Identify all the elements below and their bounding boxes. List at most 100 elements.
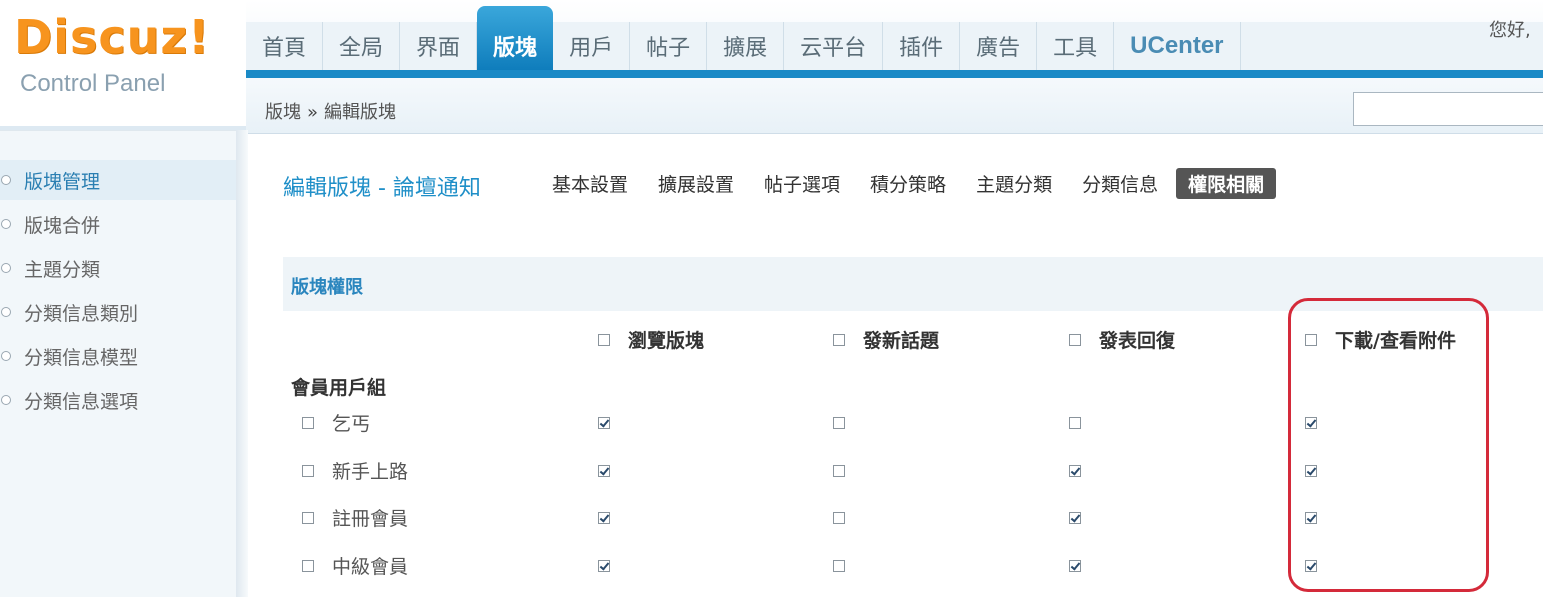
tab-3[interactable]: 積分策略 xyxy=(858,168,958,199)
permission-checkbox[interactable] xyxy=(598,417,610,429)
column-select-all-checkbox[interactable] xyxy=(1305,333,1317,346)
bullet-icon xyxy=(1,219,11,229)
sidebar-item-label: 分類信息類別 xyxy=(24,302,139,325)
permission-cell xyxy=(1305,557,1317,576)
permission-cell xyxy=(833,462,845,481)
column-header-label: 發表回復 xyxy=(1099,330,1176,352)
column-header-2: 發表回復 xyxy=(1069,326,1175,353)
breadcrumb-current: 編輯版塊 xyxy=(324,102,397,123)
user-group-name: 中級會員 xyxy=(332,556,409,578)
row-label: 註冊會員 xyxy=(302,504,408,531)
nav-tab-5[interactable]: 帖子 xyxy=(630,22,708,70)
permission-checkbox[interactable] xyxy=(833,560,845,572)
permission-cell xyxy=(833,414,845,433)
permission-checkbox[interactable] xyxy=(598,560,610,572)
tab-6[interactable]: 權限相關 xyxy=(1176,168,1277,199)
section-header xyxy=(283,257,1543,311)
table-row: 中級會員 xyxy=(0,554,1543,594)
sidebar-item-2[interactable]: 主題分類 xyxy=(0,248,236,288)
nav-tab-7[interactable]: 云平台 xyxy=(784,22,884,70)
breadcrumb-separator: » xyxy=(307,102,319,123)
bullet-icon xyxy=(1,175,11,185)
logo-title: Discuz! xyxy=(14,10,211,64)
breadcrumb: 版塊 » 編輯版塊 xyxy=(265,98,396,124)
group-title: 會員用戶組 xyxy=(291,377,387,399)
column-header-0: 瀏覽版塊 xyxy=(598,326,704,353)
permission-checkbox[interactable] xyxy=(1305,560,1317,572)
tab-2[interactable]: 帖子選項 xyxy=(752,168,852,199)
nav-tab-4[interactable]: 用戶 xyxy=(553,22,631,70)
row-label: 乞丐 xyxy=(302,409,370,436)
tab-bar: 基本設置 擴展設置 帖子選項 積分策略 主題分類 分類信息 權限相關 xyxy=(540,168,1282,199)
column-select-all-checkbox[interactable] xyxy=(1069,333,1081,346)
sidebar-item-label: 分類信息模型 xyxy=(24,346,139,369)
permission-checkbox[interactable] xyxy=(833,417,845,429)
permission-cell xyxy=(1305,462,1317,481)
main-nav: 首頁 全局 界面 版塊 用戶 帖子 擴展 云平台 插件 廣告 工具 UCenter xyxy=(246,6,1241,70)
bullet-icon xyxy=(1,307,11,317)
permission-checkbox[interactable] xyxy=(1069,465,1081,477)
nav-tab-1[interactable]: 全局 xyxy=(323,22,401,70)
bullet-icon xyxy=(1,263,11,273)
permission-cell xyxy=(1069,414,1081,433)
tab-5[interactable]: 分類信息 xyxy=(1070,168,1170,199)
nav-tab-10[interactable]: 工具 xyxy=(1037,22,1115,70)
app-window: Discuz! Control Panel 首頁 全局 界面 版塊 用戶 帖子 擴展 云平台插… xyxy=(0,0,1543,597)
column-select-all-checkbox[interactable] xyxy=(833,333,845,346)
table-row: 新手上路 xyxy=(0,459,1543,499)
permission-checkbox[interactable] xyxy=(598,465,610,477)
logo: Discuz! Control Panel xyxy=(0,0,246,130)
permission-checkbox[interactable] xyxy=(1305,417,1317,429)
bullet-icon xyxy=(1,395,11,405)
sidebar-item-label: 主題分類 xyxy=(24,258,101,281)
nav-tab-2[interactable]: 界面 xyxy=(400,22,478,70)
nav-tab-8[interactable]: 插件 xyxy=(883,22,961,70)
nav-accent-bar xyxy=(246,70,1543,78)
permission-checkbox[interactable] xyxy=(1069,512,1081,524)
permission-checkbox[interactable] xyxy=(1305,465,1317,477)
nav-tab-3[interactable]: 版塊 xyxy=(477,6,554,70)
permission-cell xyxy=(598,509,610,528)
sidebar-item-3[interactable]: 分類信息類別 xyxy=(0,292,236,332)
column-header-3: 下載/查看附件 xyxy=(1305,326,1456,353)
bullet-icon xyxy=(1,351,11,361)
sidebar-item-4[interactable]: 分類信息模型 xyxy=(0,336,236,376)
user-group-name: 乞丐 xyxy=(332,413,371,435)
nav-tab-0[interactable]: 首頁 xyxy=(246,22,324,70)
permission-checkbox[interactable] xyxy=(598,512,610,524)
permission-checkbox[interactable] xyxy=(833,465,845,477)
permission-cell xyxy=(1069,462,1081,481)
user-group-name: 新手上路 xyxy=(332,461,409,483)
column-select-all-checkbox[interactable] xyxy=(598,333,610,346)
permission-checkbox[interactable] xyxy=(1069,417,1081,429)
permission-cell xyxy=(1069,557,1081,576)
nav-tab-9[interactable]: 廣告 xyxy=(960,22,1038,70)
permission-cell xyxy=(598,557,610,576)
breadcrumb-root[interactable]: 版塊 xyxy=(265,102,301,123)
tab-1[interactable]: 擴展設置 xyxy=(646,168,746,199)
row-label: 中級會員 xyxy=(302,552,408,579)
row-select-all-checkbox[interactable] xyxy=(302,511,314,524)
search-input[interactable] xyxy=(1353,92,1543,126)
row-select-all-checkbox[interactable] xyxy=(302,416,314,429)
row-label: 新手上路 xyxy=(302,457,408,484)
nav-tab-11[interactable]: UCenter xyxy=(1114,22,1241,70)
permission-cell xyxy=(1069,509,1081,528)
permission-checkbox[interactable] xyxy=(1305,512,1317,524)
row-select-all-checkbox[interactable] xyxy=(302,464,314,477)
sidebar-item-label: 版塊合併 xyxy=(24,214,101,237)
tab-0[interactable]: 基本設置 xyxy=(540,168,640,199)
sidebar-item-0[interactable]: 版塊管理 xyxy=(0,160,236,200)
logo-subtitle: Control Panel xyxy=(20,70,166,97)
column-header-label: 瀏覽版塊 xyxy=(628,330,705,352)
nav-tab-6[interactable]: 擴展 xyxy=(707,22,785,70)
sidebar-item-1[interactable]: 版塊合併 xyxy=(0,204,236,244)
section-title: 版塊權限 xyxy=(291,277,363,298)
permission-checkbox[interactable] xyxy=(1069,560,1081,572)
permission-cell xyxy=(598,414,610,433)
tab-4[interactable]: 主題分類 xyxy=(964,168,1064,199)
table-row: 註冊會員 xyxy=(0,506,1543,546)
permission-checkbox[interactable] xyxy=(833,512,845,524)
row-select-all-checkbox[interactable] xyxy=(302,559,314,572)
page-title: 編輯版塊 - 論壇通知 xyxy=(283,176,481,201)
